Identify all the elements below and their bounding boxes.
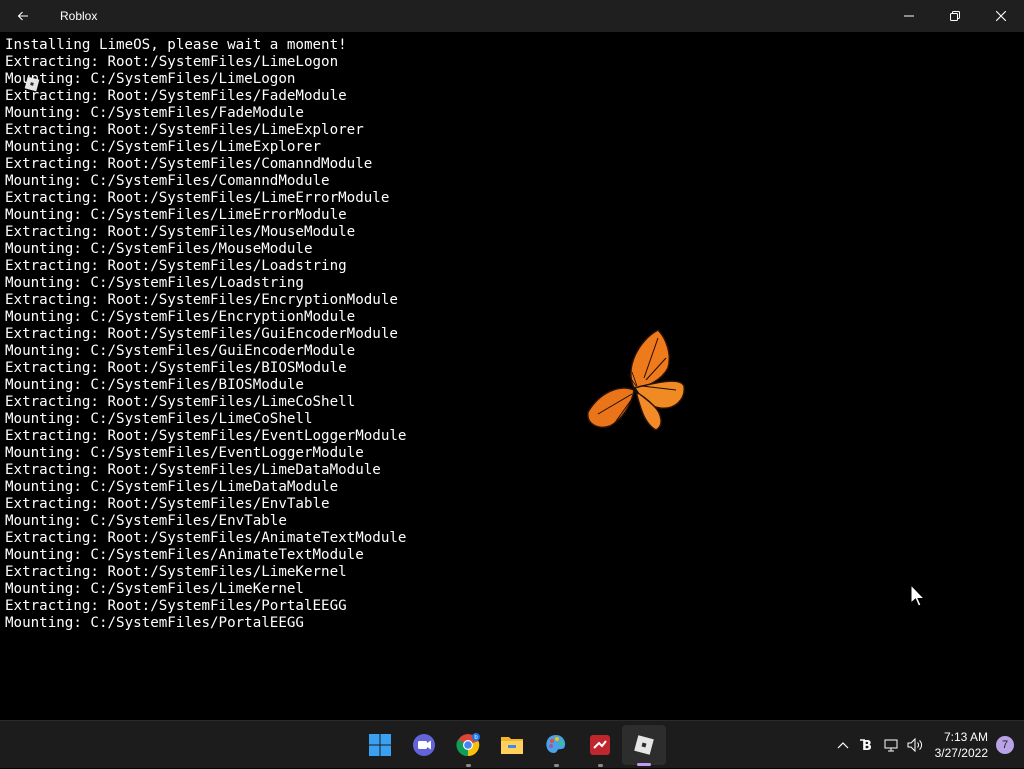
notification-badge[interactable]: 7 <box>996 736 1014 754</box>
svg-text:B: B <box>862 739 872 753</box>
taskbar-app-roblox[interactable] <box>622 725 666 766</box>
console-line: Mounting: C:/SystemFiles/EventLoggerModu… <box>5 445 364 461</box>
roblox-cursor-icon <box>24 76 40 92</box>
console-line: Mounting: C:/SystemFiles/EncryptionModul… <box>5 309 356 325</box>
console-line: Extracting: Root:/SystemFiles/LimeKernel <box>5 564 347 580</box>
back-arrow-icon <box>17 11 28 21</box>
console-line: Mounting: C:/SystemFiles/PortalEEGG <box>5 615 304 631</box>
back-button[interactable] <box>0 0 46 32</box>
close-button[interactable] <box>978 0 1024 32</box>
console-line: Mounting: C:/SystemFiles/GuiEncoderModul… <box>5 343 356 359</box>
running-indicator <box>465 764 471 767</box>
console-line: Extracting: Root:/SystemFiles/GuiEncoder… <box>5 326 398 342</box>
windows-start-icon <box>369 734 391 756</box>
console-line: Mounting: C:/SystemFiles/LimeCoShell <box>5 411 313 427</box>
console-line: Mounting: C:/SystemFiles/LimeKernel <box>5 581 304 597</box>
console-line: Extracting: Root:/SystemFiles/BIOSModule <box>5 360 347 376</box>
console-line: Mounting: C:/SystemFiles/LimeExplorer <box>5 139 322 155</box>
volume-button[interactable] <box>903 721 927 769</box>
console-line: Extracting: Root:/SystemFiles/EnvTable <box>5 496 330 512</box>
taskbar: b B 7:13 AM 3/27/2022 7 <box>0 720 1024 768</box>
active-indicator <box>637 763 651 766</box>
console-line: Extracting: Root:/SystemFiles/LimeLogon <box>5 54 339 70</box>
show-hidden-icons-button[interactable] <box>831 721 855 769</box>
speaker-icon <box>907 737 922 753</box>
console-line: Mounting: C:/SystemFiles/AnimateTextModu… <box>5 547 364 563</box>
console-line: Extracting: Root:/SystemFiles/Loadstring <box>5 258 347 274</box>
console-line: Mounting: C:/SystemFiles/LimeLogon <box>5 71 296 87</box>
tray-app-button[interactable]: B <box>855 721 879 769</box>
network-icon <box>884 739 898 752</box>
taskbar-app-chat[interactable] <box>402 721 446 769</box>
console-line: Extracting: Root:/SystemFiles/ComanndMod… <box>5 156 373 172</box>
taskbar-app-red[interactable] <box>578 721 622 769</box>
console-line: Extracting: Root:/SystemFiles/LimeExplor… <box>5 122 364 138</box>
console-line: Extracting: Root:/SystemFiles/Encryption… <box>5 292 398 308</box>
running-indicator <box>597 764 603 767</box>
console-line: Mounting: C:/SystemFiles/MouseModule <box>5 241 313 257</box>
window-titlebar: Roblox <box>0 0 1024 32</box>
restore-icon <box>950 11 960 21</box>
minimize-button[interactable] <box>886 0 932 32</box>
game-viewport[interactable]: Installing LimeOS, please wait a moment!… <box>0 32 1024 720</box>
close-icon <box>996 11 1006 21</box>
taskbar-app-paint[interactable] <box>534 721 578 769</box>
console-line: Mounting: C:/SystemFiles/EnvTable <box>5 513 287 529</box>
red-app-icon <box>590 735 610 755</box>
file-explorer-icon <box>501 737 523 754</box>
network-button[interactable] <box>879 721 903 769</box>
console-line: Installing LimeOS, please wait a moment! <box>5 37 347 53</box>
mouse-cursor-icon <box>910 584 925 607</box>
console-line: Extracting: Root:/SystemFiles/FadeModule <box>5 88 347 104</box>
console-line: Mounting: C:/SystemFiles/BIOSModule <box>5 377 304 393</box>
window-controls <box>886 0 1024 32</box>
taskbar-apps: b <box>358 721 666 769</box>
console-line: Mounting: C:/SystemFiles/LimeDataModule <box>5 479 339 495</box>
roblox-icon <box>634 735 654 755</box>
taskbar-app-chrome[interactable]: b <box>446 721 490 769</box>
console-line: Extracting: Root:/SystemFiles/LimeDataMo… <box>5 462 381 478</box>
console-line: Mounting: C:/SystemFiles/FadeModule <box>5 105 304 121</box>
butterfly-image <box>587 329 685 431</box>
console-line: Extracting: Root:/SystemFiles/AnimateTex… <box>5 530 407 546</box>
window-title: Roblox <box>60 9 98 23</box>
clock-time: 7:13 AM <box>943 730 988 744</box>
start-button[interactable] <box>358 721 402 769</box>
console-line: Mounting: C:/SystemFiles/LimeErrorModule <box>5 207 347 223</box>
chrome-icon: b <box>456 733 480 757</box>
install-log: Installing LimeOS, please wait a moment!… <box>5 37 406 632</box>
system-tray: B 7:13 AM 3/27/2022 7 <box>831 721 1024 769</box>
restore-button[interactable] <box>932 0 978 32</box>
tray-app-icon: B <box>859 739 872 753</box>
clock[interactable]: 7:13 AM 3/27/2022 <box>935 729 988 761</box>
console-line: Mounting: C:/SystemFiles/Loadstring <box>5 275 304 291</box>
console-line: Mounting: C:/SystemFiles/ComanndModule <box>5 173 330 189</box>
taskbar-app-file-explorer[interactable] <box>490 721 534 769</box>
teams-chat-icon <box>413 734 435 756</box>
clock-date: 3/27/2022 <box>934 746 988 760</box>
paint-icon <box>546 735 566 753</box>
chevron-up-icon <box>837 742 849 749</box>
console-line: Extracting: Root:/SystemFiles/PortalEEGG <box>5 598 347 614</box>
running-indicator <box>553 764 559 767</box>
console-line: Extracting: Root:/SystemFiles/LimeErrorM… <box>5 190 390 206</box>
console-line: Extracting: Root:/SystemFiles/MouseModul… <box>5 224 356 240</box>
console-line: Extracting: Root:/SystemFiles/EventLogge… <box>5 428 407 444</box>
console-line: Extracting: Root:/SystemFiles/LimeCoShel… <box>5 394 356 410</box>
minimize-icon <box>904 15 914 17</box>
